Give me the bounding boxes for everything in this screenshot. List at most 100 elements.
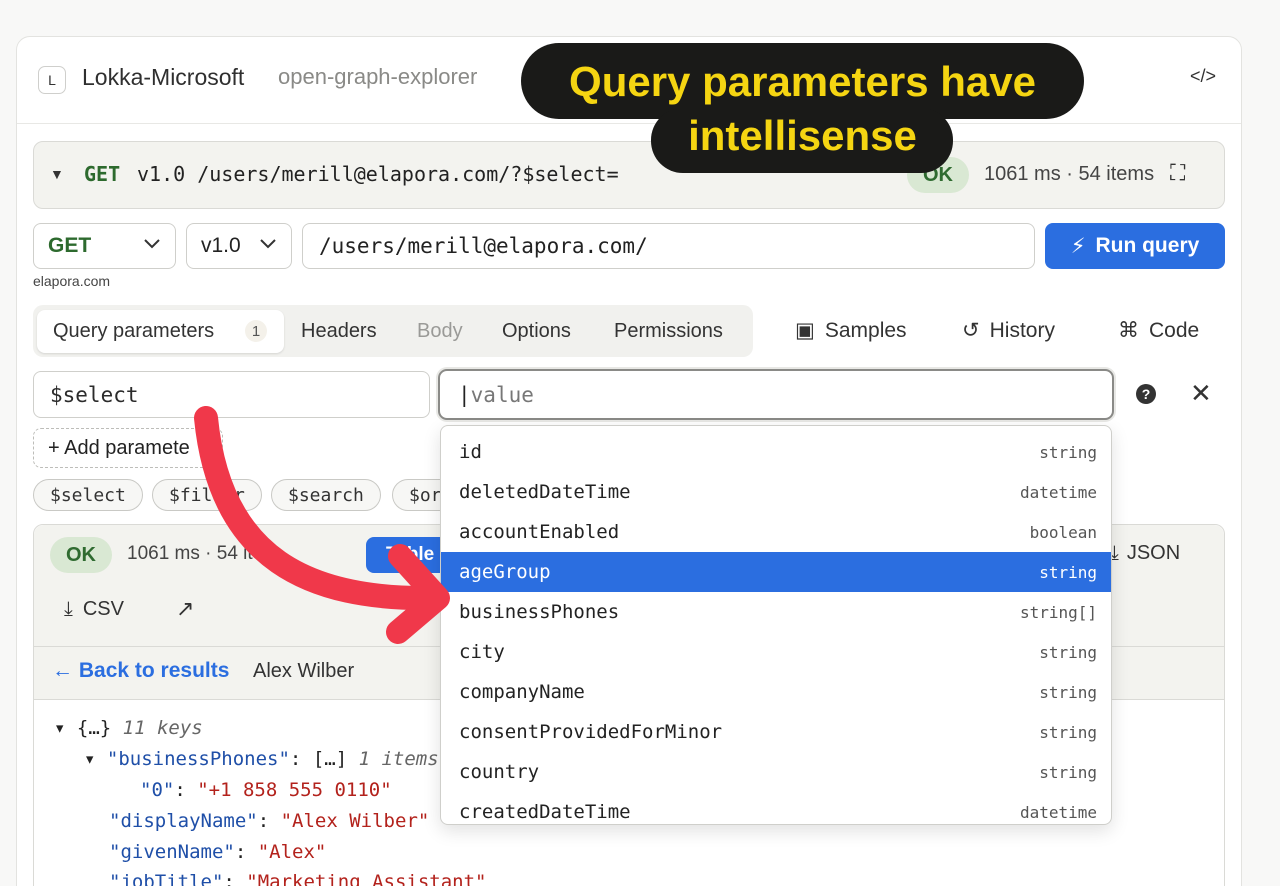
- autocomplete-item[interactable]: id string: [441, 432, 1111, 472]
- autocomplete-item-type: string: [1039, 442, 1097, 462]
- json-root-row[interactable]: ▾ {…} 11 keys: [54, 717, 203, 739]
- back-to-results-link[interactable]: ← Back to results: [52, 659, 229, 683]
- method-select[interactable]: GET: [33, 223, 176, 269]
- json-key: "displayName": [109, 810, 258, 832]
- tab-body[interactable]: Body: [417, 320, 463, 343]
- text-cursor: |: [458, 382, 471, 407]
- autocomplete-item[interactable]: ageGroup string: [441, 552, 1111, 592]
- tab-permissions[interactable]: Permissions: [614, 320, 723, 343]
- autocomplete-item-type: string: [1039, 722, 1097, 742]
- csv-label: CSV: [82, 598, 124, 620]
- autocomplete-item-type: string[]: [1019, 602, 1097, 622]
- json-key: "givenName": [109, 841, 235, 863]
- download-csv-button[interactable]: ⤓ CSV: [64, 598, 124, 621]
- tab-count-badge: 1: [245, 320, 267, 342]
- help-icon[interactable]: ?: [1136, 384, 1156, 404]
- chip-search[interactable]: $search: [271, 479, 381, 511]
- autocomplete-item-name: businessPhones: [459, 601, 620, 623]
- fullscreen-icon[interactable]: ⛶: [1170, 160, 1185, 186]
- json-row-givenname: "givenName": "Alex": [109, 841, 327, 863]
- annotation-line-2: intellisense: [688, 112, 917, 159]
- tab-query-parameters[interactable]: Query parameters: [53, 320, 214, 343]
- history-icon: ↺: [962, 319, 980, 342]
- app-title: Lokka-Microsoft: [82, 64, 245, 90]
- tab-headers[interactable]: Headers: [301, 320, 377, 343]
- chip-select[interactable]: $select: [33, 479, 143, 511]
- results-stats: 1061 ms · 54 ite: [127, 543, 264, 564]
- json-value: "Marketing Assistant": [246, 871, 487, 886]
- summary-url: v1.0 /users/merill@elapora.com/?$select=: [137, 162, 619, 186]
- url-input[interactable]: /users/merill@elapora.com/: [302, 223, 1035, 269]
- autocomplete-item-type: datetime: [1019, 482, 1097, 502]
- domain-hint: elapora.com: [33, 273, 111, 289]
- autocomplete-item-type: boolean: [1029, 522, 1097, 542]
- autocomplete-item[interactable]: createdDateTime datetime: [441, 792, 1111, 824]
- chevron-down-icon: [259, 237, 277, 255]
- download-icon: ⤓: [64, 598, 73, 620]
- chip-filter[interactable]: $filter: [152, 479, 262, 511]
- download-json-button[interactable]: ⤓ JSON: [1110, 542, 1180, 565]
- run-query-label: Run query: [1095, 234, 1200, 257]
- autocomplete-item[interactable]: country string: [441, 752, 1111, 792]
- autocomplete-item-name: accountEnabled: [459, 521, 620, 543]
- autocomplete-item-name: ageGroup: [459, 561, 551, 583]
- autocomplete-item-name: country: [459, 761, 540, 783]
- version-select-value: v1.0: [201, 234, 241, 257]
- json-value: "Alex": [257, 841, 327, 863]
- samples-label: Samples: [824, 318, 907, 342]
- summary-stats: 1061 ms · 54 items: [984, 163, 1155, 185]
- param-value-input[interactable]: | value: [438, 369, 1114, 420]
- autocomplete-item[interactable]: city string: [441, 632, 1111, 672]
- autocomplete-item-name: id: [459, 441, 482, 463]
- json-collapsed: […]: [312, 748, 348, 770]
- autocomplete-item-name: companyName: [459, 681, 585, 703]
- code-button[interactable]: ⌘ Code: [1118, 318, 1199, 343]
- code-snippet-icon: ⌘: [1118, 319, 1139, 342]
- json-row-jobtitle: "jobTitle": "Marketing Assistant": [109, 871, 487, 886]
- collapse-caret-icon[interactable]: ▼: [50, 166, 64, 182]
- run-query-button[interactable]: ⚡ Run query: [1045, 223, 1225, 269]
- add-parameter-button[interactable]: + Add paramete: [33, 428, 223, 468]
- json-key: "businessPhones": [106, 748, 290, 770]
- json-meta: 1 items: [358, 748, 439, 770]
- json-key: "0": [140, 779, 175, 801]
- autocomplete-item[interactable]: accountEnabled boolean: [441, 512, 1111, 552]
- open-external-icon[interactable]: ↗: [176, 596, 194, 622]
- record-name: Alex Wilber: [253, 660, 355, 682]
- tab-options[interactable]: Options: [502, 320, 571, 343]
- code-view-icon[interactable]: </>: [1190, 66, 1216, 87]
- version-select[interactable]: v1.0: [186, 223, 292, 269]
- history-button[interactable]: ↺ History: [962, 318, 1055, 343]
- json-value: "Alex Wilber": [280, 810, 430, 832]
- remove-param-icon[interactable]: ✕: [1190, 378, 1212, 409]
- back-label: Back to results: [78, 659, 230, 682]
- param-key-input[interactable]: $select: [33, 371, 430, 418]
- lightning-icon: ⚡: [1070, 234, 1086, 258]
- json-row-displayname: "displayName": "Alex Wilber": [109, 810, 430, 832]
- history-label: History: [989, 318, 1055, 342]
- json-label: JSON: [1126, 542, 1181, 564]
- autocomplete-item-type: string: [1039, 682, 1097, 702]
- json-root: {…}: [76, 717, 112, 739]
- json-row-businessphones[interactable]: ▾ "businessPhones": […] 1 items: [84, 748, 439, 770]
- json-value: "+1 858 555 0110": [197, 779, 392, 801]
- autocomplete-item[interactable]: consentProvidedForMinor string: [441, 712, 1111, 752]
- json-caret: ▾: [84, 748, 107, 770]
- app-logo: L: [38, 66, 66, 94]
- summary-method: GET: [84, 162, 121, 186]
- autocomplete-item-type: string: [1039, 762, 1097, 782]
- json-caret: ▾: [54, 717, 77, 739]
- autocomplete-item[interactable]: businessPhones string[]: [441, 592, 1111, 632]
- chevron-down-icon: [143, 237, 161, 255]
- autocomplete-item-type: datetime: [1019, 802, 1097, 822]
- annotation-text: Query parameters have intellisense: [521, 55, 1084, 163]
- json-root-meta: 11 keys: [122, 717, 203, 739]
- arrow-left-icon: ←: [52, 659, 73, 682]
- app-subtitle: open-graph-explorer: [278, 64, 478, 89]
- code-label: Code: [1149, 318, 1200, 342]
- annotation-line-1: Query parameters have: [569, 58, 1036, 105]
- samples-button[interactable]: ▣ Samples: [795, 318, 907, 343]
- autocomplete-item[interactable]: companyName string: [441, 672, 1111, 712]
- autocomplete-item-name: consentProvidedForMinor: [459, 721, 723, 743]
- autocomplete-item[interactable]: deletedDateTime datetime: [441, 472, 1111, 512]
